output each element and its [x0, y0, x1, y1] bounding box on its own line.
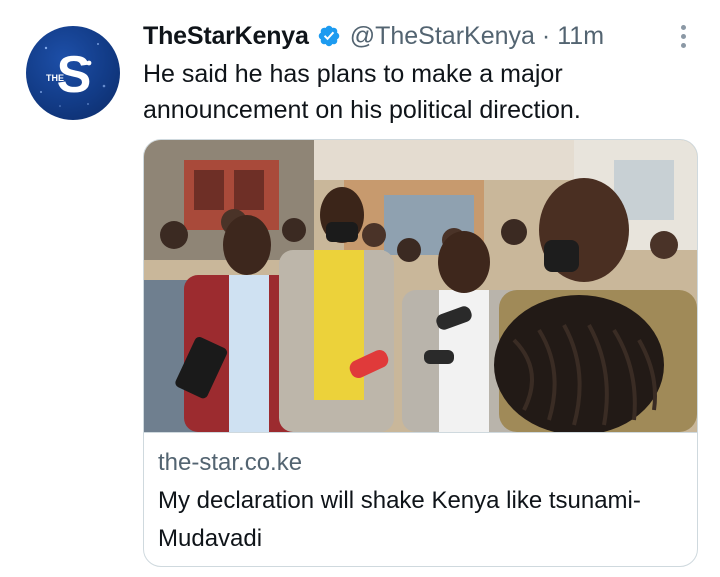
card-domain: the-star.co.ke — [158, 449, 303, 476]
tweet-text: He said he has plans to make a major ann… — [143, 60, 581, 124]
handle[interactable]: @TheStarKenya — [350, 22, 535, 51]
tweet-header: TheStarKenya @TheStarKenya · 11m — [143, 16, 604, 56]
press-conference-photo-icon — [144, 140, 697, 432]
card-title[interactable]: My declaration will shake Kenya like tsu… — [158, 482, 678, 558]
more-options-icon[interactable] — [676, 22, 690, 52]
thestar-logo-icon: S THE — [40, 43, 106, 107]
display-name[interactable]: TheStarKenya — [143, 22, 309, 51]
card-divider — [144, 432, 697, 433]
avatar-small-text: THE — [46, 73, 64, 83]
verified-badge-icon — [317, 24, 341, 48]
avatar[interactable]: S THE — [26, 26, 120, 120]
tweet[interactable]: S THE TheStarKenya @TheStarKenya · 11m H… — [0, 0, 720, 577]
link-card[interactable]: the-star.co.ke My declaration will shake… — [143, 139, 698, 567]
separator-dot: · — [541, 21, 551, 50]
timestamp[interactable]: 11m — [557, 22, 604, 51]
card-image[interactable] — [144, 140, 697, 432]
